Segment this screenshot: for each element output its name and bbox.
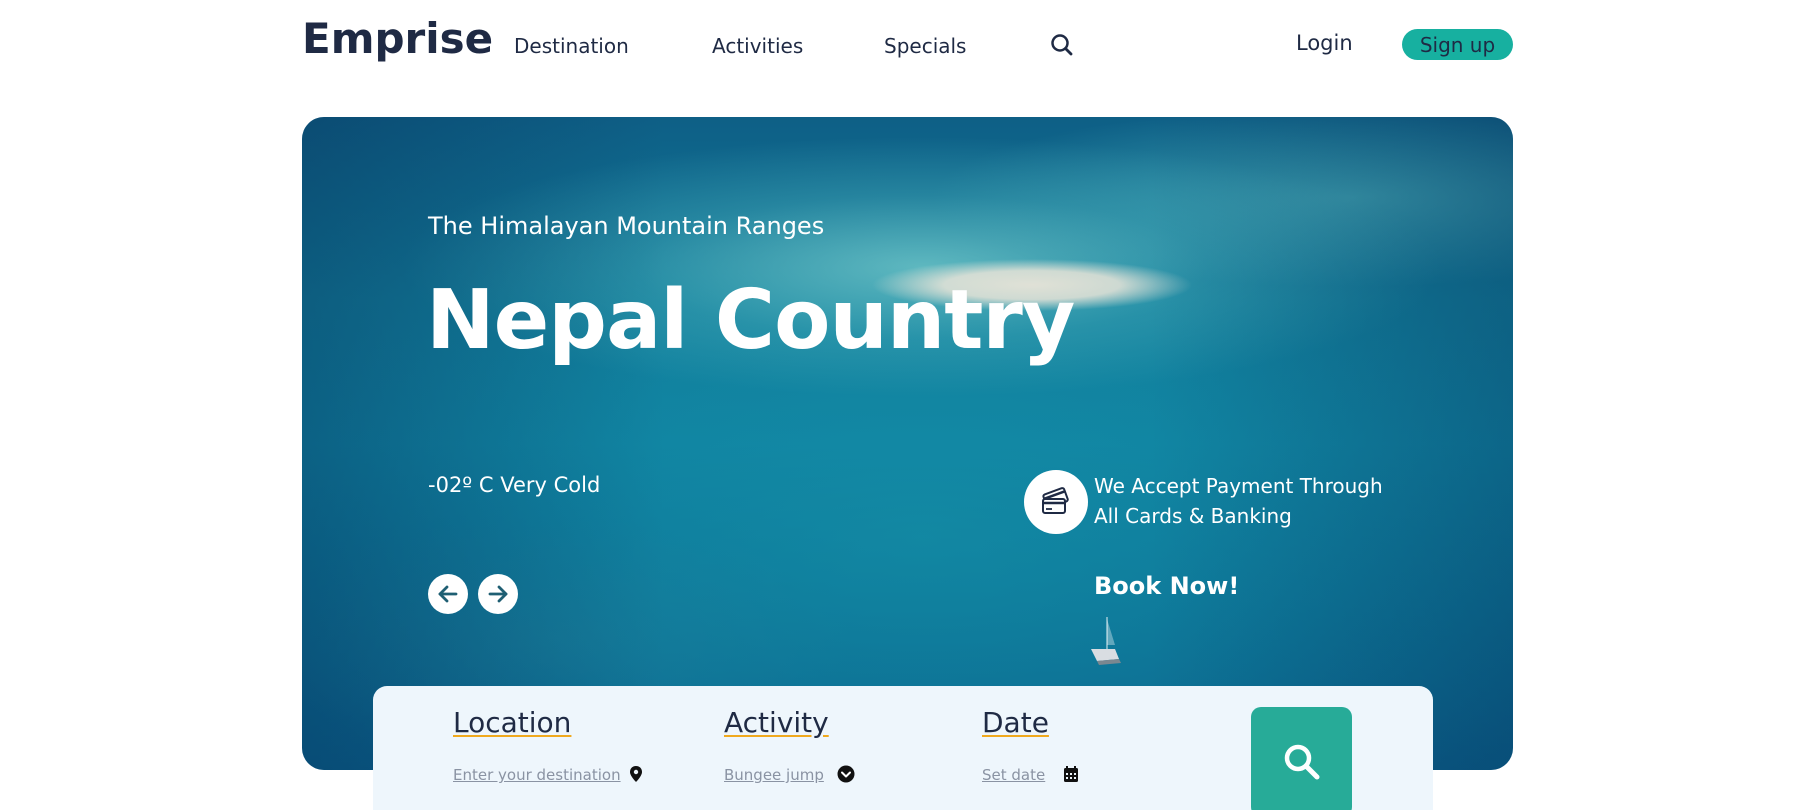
credit-card-icon [1024,470,1088,534]
search-icon [1284,744,1319,780]
nav-activities[interactable]: Activities [712,34,803,58]
nav-destination[interactable]: Destination [514,34,629,58]
chevron-down-icon[interactable] [837,765,855,783]
hero-title: Nepal Country [426,273,1075,368]
calendar-icon[interactable] [1062,765,1080,783]
next-button[interactable] [478,574,518,614]
hero-subtitle: The Himalayan Mountain Ranges [428,212,825,240]
activity-select[interactable]: Bungee jump [724,766,824,784]
arrow-right-icon [488,585,508,603]
login-link[interactable]: Login [1296,31,1353,55]
date-label: Date [982,706,1049,739]
boat-image [1091,617,1121,665]
activity-label: Activity [724,706,829,739]
brand-logo[interactable]: Emprise [302,14,493,63]
map-pin-icon [630,766,642,782]
signup-label: Sign up [1419,32,1496,57]
payment-text-line-1: We Accept Payment Through [1094,474,1383,498]
temperature-text: -02º C Very Cold [428,473,601,497]
hero-banner: The Himalayan Mountain Ranges Nepal Coun… [302,117,1513,770]
search-icon[interactable] [1049,32,1075,58]
date-input[interactable]: Set date [982,766,1045,784]
payment-text-line-2: All Cards & Banking [1094,504,1292,528]
signup-button[interactable]: Sign up [1402,29,1513,60]
arrow-left-icon [438,585,458,603]
book-now-link[interactable]: Book Now! [1094,572,1239,600]
location-label: Location [453,706,572,739]
location-input[interactable]: Enter your destination [453,766,621,784]
payment-text: We Accept Payment Through All Cards & Ba… [1094,471,1414,531]
search-submit-button[interactable] [1251,707,1352,810]
nav-specials[interactable]: Specials [884,34,966,58]
prev-button[interactable] [428,574,468,614]
search-panel: Location Enter your destination Activity… [373,686,1433,810]
